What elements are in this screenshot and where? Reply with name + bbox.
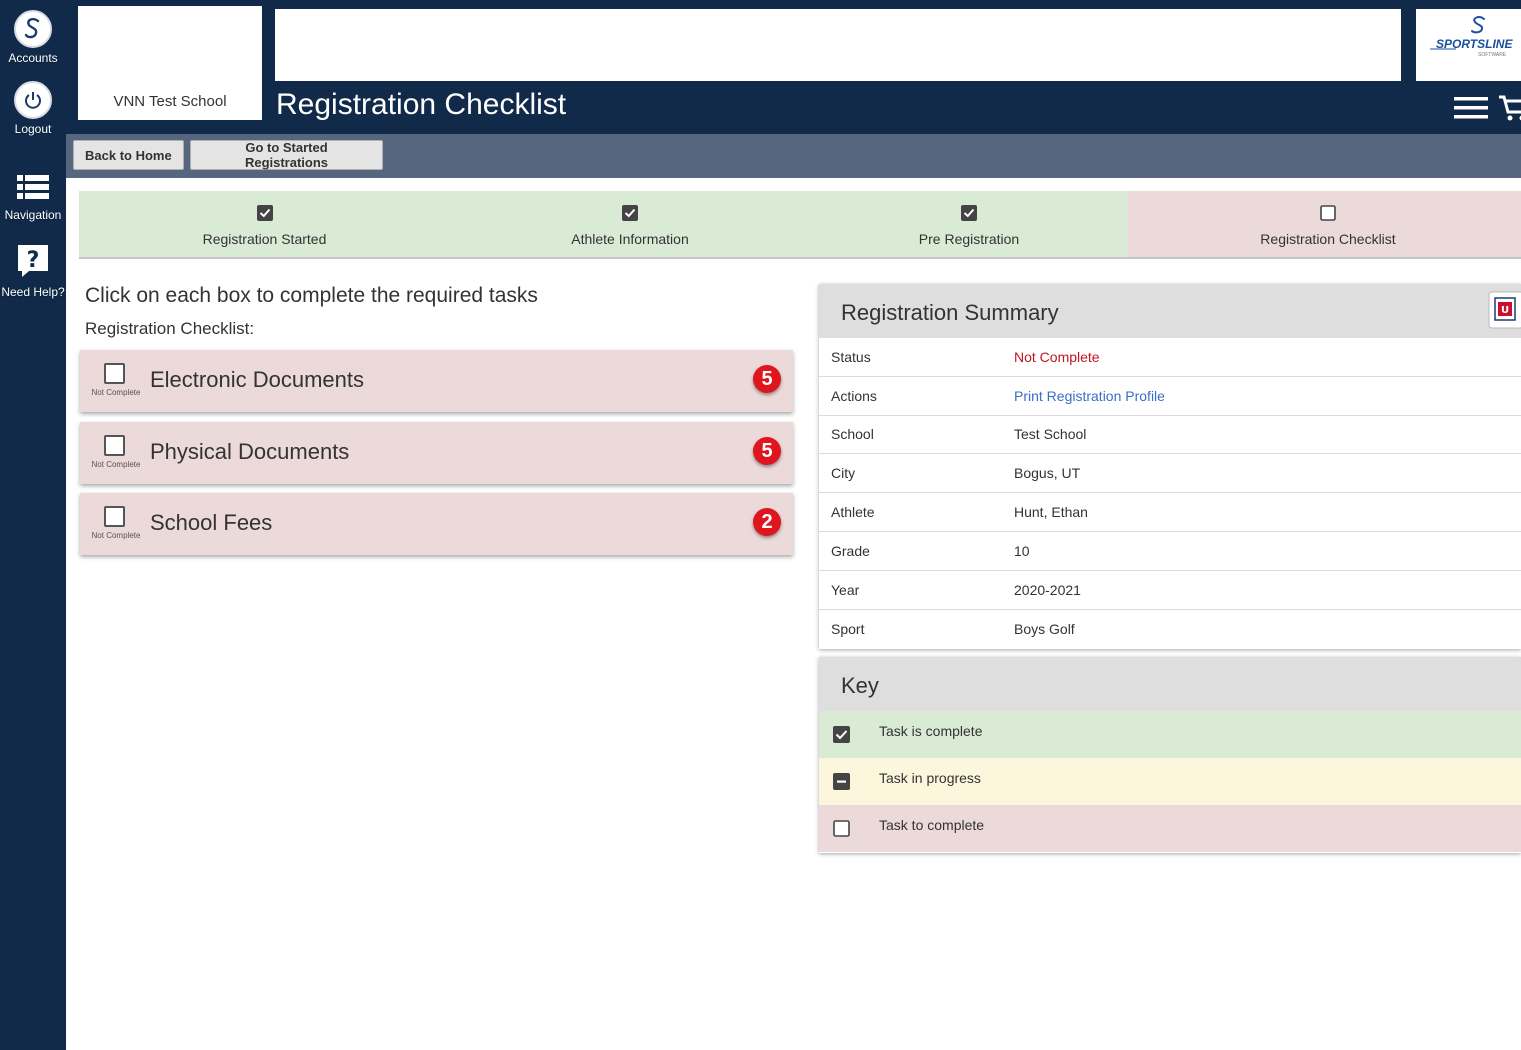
checklist-subtitle: Registration Checklist: <box>85 319 255 338</box>
task-name: Electronic Documents <box>150 367 364 392</box>
back-to-home-button[interactable]: Back to Home <box>73 140 184 170</box>
key-label: Task in progress <box>879 770 981 786</box>
task-count-badge: 2 <box>753 508 781 536</box>
status-value: Not Complete <box>1014 348 1100 365</box>
task-name: Physical Documents <box>150 439 350 464</box>
summary-row-year: Year 2020-2021 <box>819 571 1521 610</box>
summary-row-athlete: Athlete Hunt, Ethan <box>819 493 1521 532</box>
task-status: Not Complete <box>91 388 141 397</box>
key-row-complete: Task is complete <box>819 711 1521 758</box>
logo-subtext: SOFTWARE <box>1478 52 1507 58</box>
summary-key: Athlete <box>831 504 875 521</box>
svg-text:?: ? <box>27 248 40 273</box>
step-label: Registration Checklist <box>1260 231 1396 247</box>
navigation-button[interactable]: Navigation <box>0 174 66 222</box>
step-label: Athlete Information <box>571 231 689 247</box>
summary-header: Registration Summary U <box>819 284 1521 338</box>
task-status: Not Complete <box>91 531 141 540</box>
accounts-label: Accounts <box>8 51 58 65</box>
logout-button[interactable]: Logout <box>0 81 66 136</box>
key-row-to-complete: Task to complete <box>819 805 1521 852</box>
summary-row-status: Status Not Complete <box>819 338 1521 377</box>
key-label: Task is complete <box>879 723 983 739</box>
task-name: School Fees <box>150 510 273 535</box>
step-registration-started[interactable]: Registration Started <box>79 191 450 257</box>
hamburger-menu-icon[interactable] <box>1454 96 1488 120</box>
checked-box-icon <box>833 726 850 743</box>
progress-steps: Registration Started Athlete Information… <box>79 191 1521 259</box>
school-logo-box: VNN Test School <box>78 6 262 120</box>
svg-text:U: U <box>1501 305 1509 316</box>
navigation-label: Navigation <box>4 208 62 222</box>
print-profile-link[interactable]: Print Registration Profile <box>1014 388 1165 404</box>
empty-box-icon <box>833 820 850 837</box>
help-label: Need Help? <box>1 285 65 299</box>
summary-value: Hunt, Ethan <box>1014 504 1088 521</box>
summary-row-city: City Bogus, UT <box>819 454 1521 494</box>
checked-box-icon <box>622 205 638 221</box>
summary-key: Status <box>831 348 871 365</box>
summary-key: School <box>831 426 874 443</box>
task-electronic-documents[interactable]: Not Complete Electronic Documents 5 <box>80 350 793 412</box>
checklist-instruction: Click on each box to complete the requir… <box>85 284 538 307</box>
cart-icon[interactable] <box>1498 94 1521 122</box>
summary-key: Actions <box>831 387 877 404</box>
step-label: Registration Started <box>202 231 327 247</box>
task-checkbox[interactable] <box>104 363 125 384</box>
summary-value: Boys Golf <box>1014 620 1075 637</box>
checked-box-icon <box>961 205 977 221</box>
empty-box-icon <box>1320 205 1336 221</box>
logout-label: Logout <box>14 122 52 136</box>
task-checkbox[interactable] <box>104 435 125 456</box>
checked-box-icon <box>256 205 273 221</box>
page-title: Registration Checklist <box>276 88 567 121</box>
school-name: VNN Test School <box>113 93 227 110</box>
task-physical-documents[interactable]: Not Complete Physical Documents 5 <box>80 422 793 484</box>
summary-key: Grade <box>831 542 870 559</box>
help-button[interactable]: ? Need Help? <box>0 243 66 299</box>
left-sidebar: Accounts Logout Navigation ? Need Help? <box>0 0 66 1050</box>
summary-key: Year <box>831 581 860 598</box>
summary-row-actions: Actions Print Registration Profile <box>819 377 1521 416</box>
summary-key: Sport <box>831 620 865 637</box>
task-checkbox[interactable] <box>104 506 125 527</box>
task-school-fees[interactable]: Not Complete School Fees 2 <box>80 493 793 555</box>
summary-row-sport: Sport Boys Golf <box>819 610 1521 649</box>
key-panel: Key Task is complete Task in progress Ta… <box>819 657 1521 853</box>
page-header: VNN Test School SPORTSLINE SOFTWARE Regi… <box>66 0 1521 134</box>
sportsline-logo: SPORTSLINE SOFTWARE <box>1416 9 1521 81</box>
toolbar: Back to Home Go to Started Registrations <box>66 134 1521 178</box>
summary-value: 2020-2021 <box>1014 581 1081 598</box>
banner-area <box>275 9 1401 81</box>
registration-summary-panel: Registration Summary U Status Not Comple… <box>819 284 1521 649</box>
task-status: Not Complete <box>91 460 141 469</box>
key-title: Key <box>841 673 879 698</box>
summary-value: 10 <box>1014 542 1030 559</box>
summary-key: City <box>831 465 856 482</box>
accounts-button[interactable]: Accounts <box>0 10 66 65</box>
indeterminate-box-icon <box>833 773 850 790</box>
question-icon: ? <box>18 245 48 277</box>
key-label: Task to complete <box>879 817 985 833</box>
step-label: Pre Registration <box>918 231 1020 247</box>
key-header: Key <box>819 657 1521 711</box>
summary-row-school: School Test School <box>819 416 1521 455</box>
key-row-in-progress: Task in progress <box>819 758 1521 805</box>
pdf-icon[interactable]: U <box>1485 290 1521 330</box>
summary-title: Registration Summary <box>841 300 1059 325</box>
task-count-badge: 5 <box>753 365 781 393</box>
step-athlete-information[interactable]: Athlete Information <box>450 191 810 257</box>
step-pre-registration[interactable]: Pre Registration <box>810 191 1128 257</box>
summary-row-grade: Grade 10 <box>819 532 1521 571</box>
summary-value: Bogus, UT <box>1014 465 1081 482</box>
power-icon <box>14 81 52 119</box>
started-registrations-button[interactable]: Go to Started Registrations <box>190 140 383 170</box>
task-count-badge: 5 <box>753 437 781 465</box>
step-registration-checklist[interactable]: Registration Checklist <box>1128 191 1521 257</box>
summary-value: Test School <box>1014 426 1087 443</box>
sportsline-s-icon <box>14 10 52 48</box>
list-icon <box>17 175 49 199</box>
